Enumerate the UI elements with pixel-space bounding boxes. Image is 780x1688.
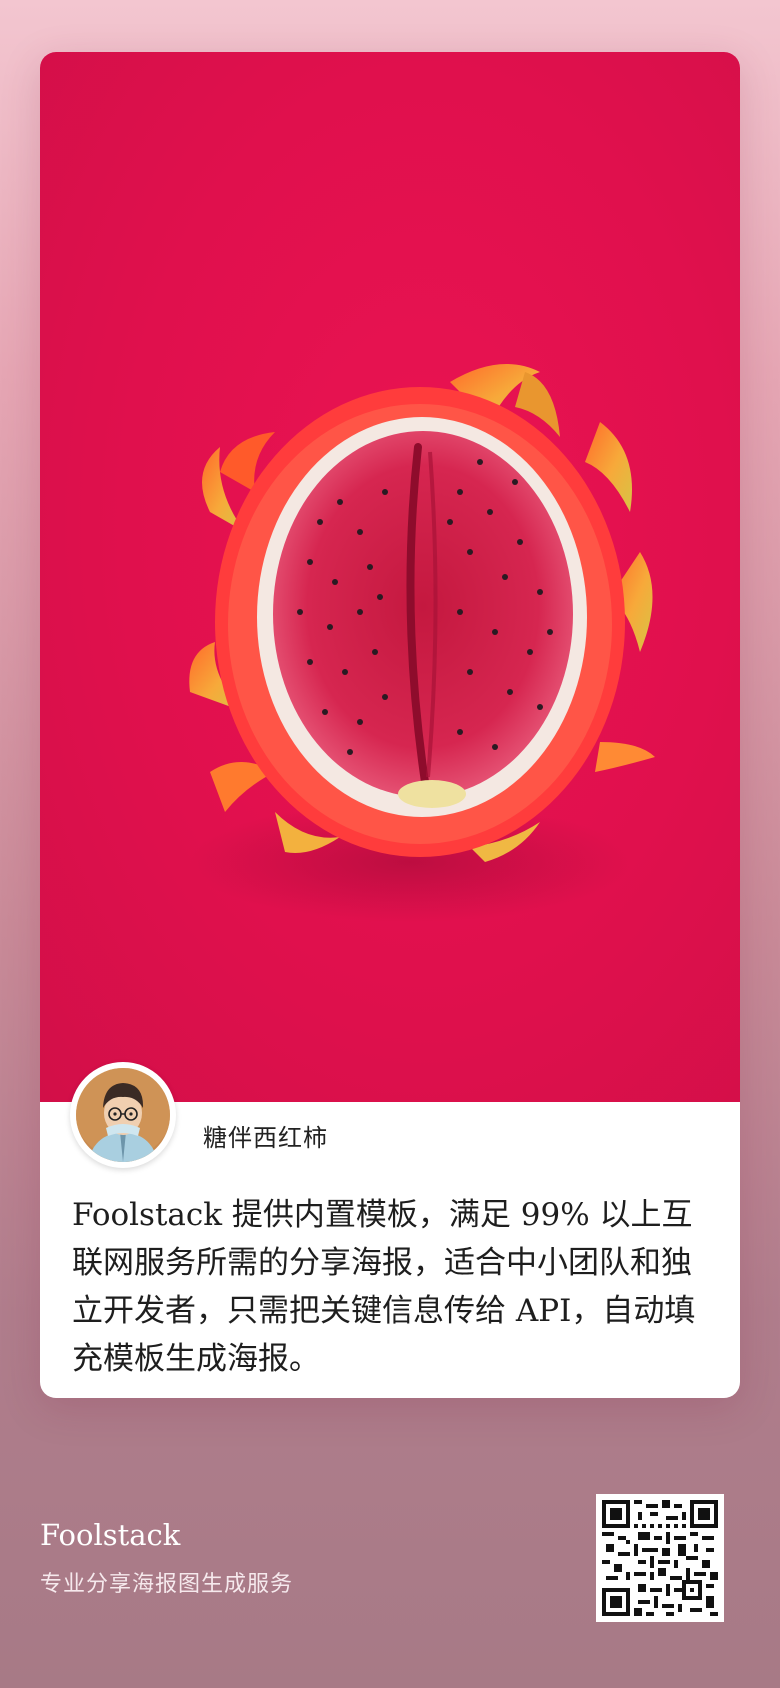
dragon-fruit-photo xyxy=(40,52,740,1102)
brand-name: Foolstack xyxy=(40,1518,181,1552)
author-avatar[interactable] xyxy=(70,1062,176,1168)
cartoon-portrait-avatar xyxy=(76,1068,170,1162)
author-name: 糖伴西红柿 xyxy=(203,1124,328,1152)
qr-code-icon[interactable] xyxy=(596,1494,724,1622)
poster-description: Foolstack 提供内置模板，满足 99% 以上互联网服务所需的分享海报，适… xyxy=(72,1197,696,1377)
brand-slogan: 专业分享海报图生成服务 xyxy=(40,1572,294,1597)
